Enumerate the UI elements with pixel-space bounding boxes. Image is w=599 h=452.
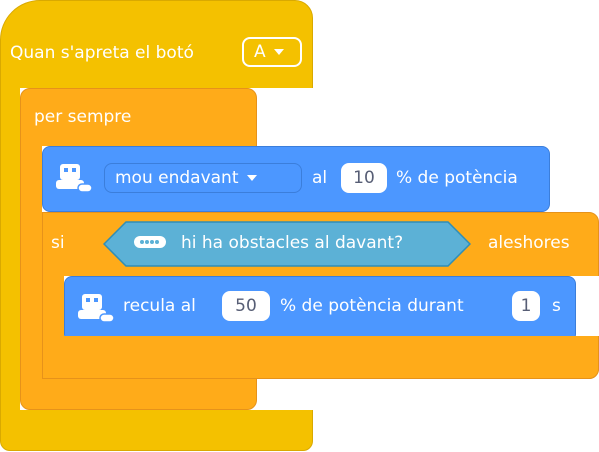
direction-dropdown[interactable]: mou endavant	[104, 163, 302, 193]
button-select-dropdown[interactable]: A	[242, 37, 302, 67]
reverse-time-unit: s	[552, 296, 561, 316]
chevron-down-icon	[246, 175, 257, 181]
then-label: aleshores	[488, 233, 570, 253]
if-block-footer	[42, 336, 599, 379]
condition-label: hi ha obstacles al davant?	[181, 233, 404, 253]
robot-icon	[54, 160, 94, 196]
move-power-input[interactable]: 10	[341, 163, 387, 193]
move-power-suffix: % de potència	[396, 168, 518, 188]
distance-sensor-icon	[133, 234, 167, 250]
button-select-value: A	[254, 41, 266, 62]
forever-block-label: per sempre	[34, 107, 132, 127]
hat-block-label: Quan s'apreta el botó	[10, 43, 194, 63]
if-label: si	[51, 233, 65, 253]
reverse-time-input[interactable]: 1	[512, 291, 540, 321]
move-at-label: al	[312, 168, 328, 188]
reverse-power-input[interactable]: 50	[222, 291, 270, 321]
reverse-label: recula al	[123, 296, 196, 316]
chevron-down-icon	[273, 49, 284, 55]
robot-icon	[76, 290, 116, 326]
reverse-power-suffix: % de potència durant	[280, 296, 464, 316]
direction-value: mou endavant	[115, 167, 239, 188]
